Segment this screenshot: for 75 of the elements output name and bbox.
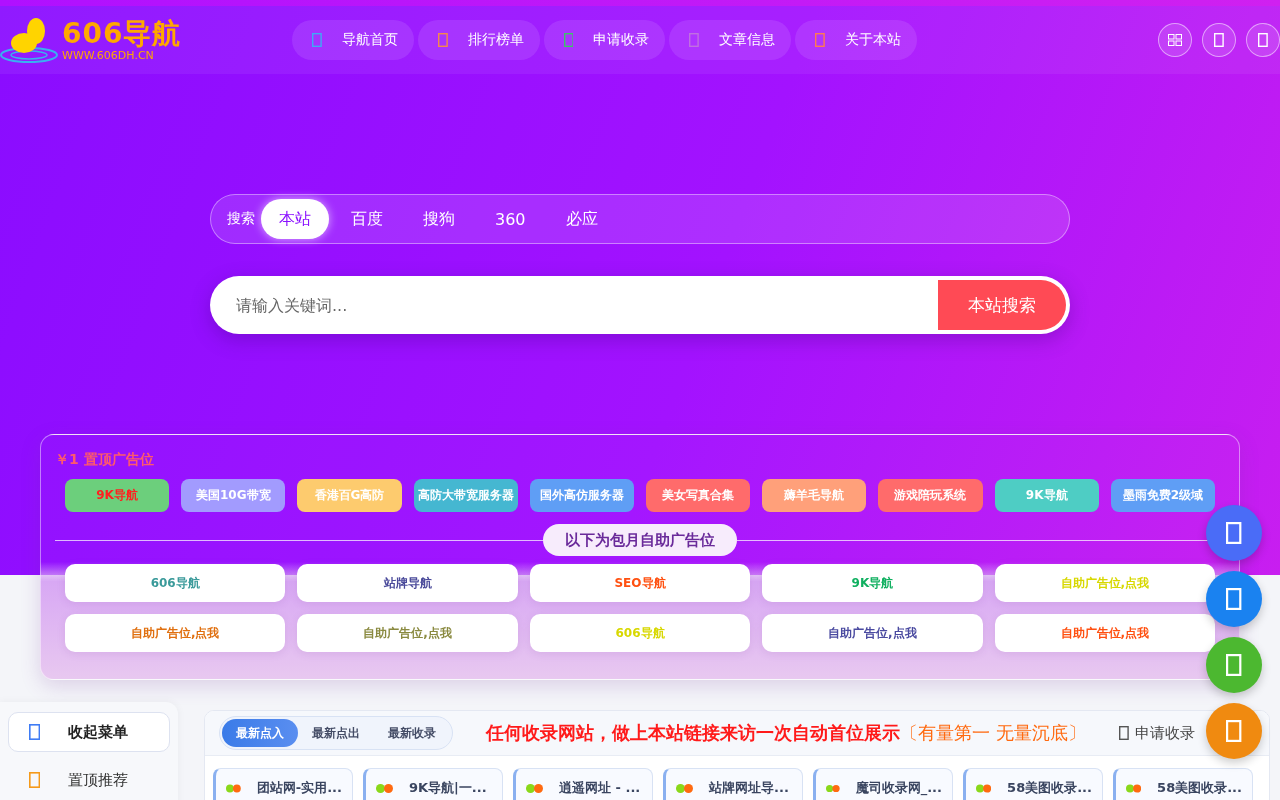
ad-link[interactable]: 自助广告位,点我 — [994, 614, 1215, 652]
site-card[interactable]: 魔司收录网_... — [813, 768, 953, 800]
ad-chip[interactable]: 国外高仿服务器 — [529, 479, 634, 512]
box-icon — [815, 33, 825, 47]
list-tab[interactable]: 最新点出 — [298, 719, 374, 747]
list-tab[interactable]: 最新点入 — [222, 719, 298, 747]
ad-link[interactable]: 站牌导航 — [297, 564, 518, 602]
box-icon — [689, 33, 700, 47]
ad-title: ￥1 置顶广告位 — [55, 451, 155, 469]
float-button[interactable] — [1206, 505, 1262, 561]
sidebar-item[interactable]: 收起菜单 — [8, 712, 170, 752]
notice-emphasis: 〔有量第一 无量沉底〕 — [900, 721, 1086, 745]
box-icon — [563, 33, 574, 47]
nav-link[interactable]: 导航首页 — [292, 20, 414, 60]
float-button[interactable] — [1206, 571, 1262, 627]
icon-button[interactable] — [1202, 23, 1236, 57]
dots-icon — [676, 783, 693, 793]
ad-link[interactable]: 自助广告位,点我 — [65, 614, 286, 652]
dots-icon — [226, 783, 241, 793]
sidebar-item[interactable]: 置顶推荐 — [8, 760, 170, 800]
engine-tab[interactable]: 360 — [477, 199, 544, 239]
ad-link[interactable]: 606导航 — [65, 564, 286, 602]
ad-link[interactable]: SEO导航 — [529, 564, 751, 602]
grid-button[interactable] — [1158, 23, 1192, 57]
ad-chip[interactable]: 游戏陪玩系统 — [878, 479, 983, 512]
box-icon — [1258, 33, 1268, 47]
site-card[interactable]: 站牌网址导... — [663, 768, 803, 800]
engine-tab[interactable]: 百度 — [333, 199, 401, 239]
site-card[interactable]: 逍遥网址 - ... — [513, 768, 653, 800]
icon-button[interactable] — [1246, 23, 1280, 57]
ad-link[interactable]: 自助广告位,点我 — [762, 614, 983, 652]
nav-link[interactable]: 排行榜单 — [417, 20, 540, 60]
box-icon — [1226, 654, 1242, 676]
grid-icon — [1168, 34, 1182, 46]
dots-icon — [1126, 783, 1142, 793]
ad-link[interactable]: 9K导航 — [762, 564, 983, 602]
box-icon — [1226, 588, 1242, 610]
box-icon — [1214, 33, 1224, 47]
search-field[interactable]: 请输入关键词... 本站搜索 — [210, 276, 1070, 334]
dots-icon — [526, 783, 543, 793]
ad-chip[interactable]: 高防大带宽服务器 — [413, 479, 518, 512]
box-icon — [1226, 522, 1242, 544]
engine-tab[interactable]: 搜狗 — [405, 199, 473, 239]
box-icon — [29, 724, 41, 740]
box-icon — [1226, 720, 1242, 742]
logo-title: 606导航 — [62, 19, 182, 48]
engine-tab[interactable]: 本站 — [261, 199, 329, 239]
box-icon — [312, 33, 322, 47]
dots-icon — [376, 783, 393, 793]
engine-tab[interactable]: 必应 — [547, 199, 616, 239]
ad-chip[interactable]: 美女写真合集 — [646, 479, 751, 512]
butterfly-logo-icon — [0, 17, 60, 63]
list-tab[interactable]: 最新收录 — [374, 719, 450, 747]
ad-chip[interactable]: 墨雨免费2级域 — [1110, 479, 1215, 512]
nav-link[interactable]: 申请收录 — [543, 20, 666, 60]
section-label: 以下为包月自助广告位 — [543, 524, 737, 556]
float-button[interactable] — [1206, 637, 1262, 693]
site-card[interactable]: 9K导航|一... — [363, 768, 503, 800]
box-icon — [29, 772, 41, 788]
box-icon — [1119, 726, 1129, 740]
nav-link[interactable]: 关于本站 — [795, 20, 917, 60]
notice-text: 任何收录网站，做上本站链接来访一次自动首位展示 — [486, 721, 901, 745]
logo-url: WWW.606DH.CN — [62, 49, 155, 61]
dots-icon — [826, 783, 840, 793]
apply-link[interactable]: 申请收录 — [1119, 723, 1195, 743]
site-card[interactable]: 58美图收录... — [963, 768, 1103, 800]
dots-icon — [976, 783, 992, 793]
box-icon — [437, 33, 448, 47]
search-label: 搜索 — [227, 210, 255, 228]
site-card[interactable]: 58美图收录... — [1113, 768, 1253, 800]
ad-link[interactable]: 自助广告位,点我 — [297, 614, 518, 652]
search-button[interactable]: 本站搜索 — [938, 280, 1066, 330]
nav-link[interactable]: 文章信息 — [669, 20, 792, 60]
site-card[interactable]: 团站网-实用... — [213, 768, 353, 800]
ad-chip[interactable]: 美国10G带宽 — [181, 479, 286, 512]
